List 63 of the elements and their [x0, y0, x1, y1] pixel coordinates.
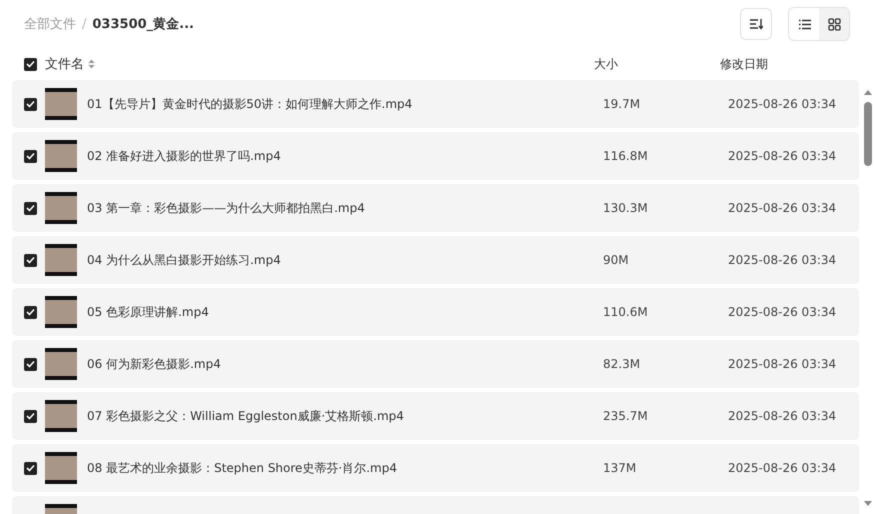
scrollbar-thumb[interactable] [864, 102, 872, 166]
photo-placeholder [45, 452, 77, 484]
photo-placeholder [45, 296, 77, 328]
modified-date: 2025-08-26 03:34 [728, 253, 836, 267]
checkbox[interactable] [24, 358, 37, 370]
breadcrumb-separator: / [82, 16, 86, 32]
checkbox[interactable] [24, 410, 37, 422]
file-size: 82.3M [603, 357, 640, 371]
file-name: 06 何为新彩色摄影.mp4 [87, 356, 221, 372]
scroll-down-icon[interactable] [863, 500, 873, 508]
file-name: 04 为什么从黑白摄影开始练习.mp4 [87, 252, 281, 268]
file-size: 235.7M [603, 409, 648, 423]
file-row[interactable]: 01【先导片】黄金时代的摄影50讲：如何理解大师之作.mp4 19.7M 2025-08-26 03:34 [12, 80, 859, 128]
file-size: 19.7M [603, 97, 640, 111]
scroll-up-icon[interactable] [863, 88, 873, 96]
column-header: 大小 [594, 56, 618, 70]
file-row[interactable]: 04 为什么从黑白摄影开始练习.mp4 90M 2025-08-26 03:34 [12, 236, 859, 284]
column-header[interactable]: 文件名 [45, 55, 84, 73]
file-name: 01【先导片】黄金时代的摄影50讲：如何理解大师之作.mp4 [87, 96, 412, 112]
file-row[interactable]: 08 最艺术的业余摄影：Stephen Shore史蒂芬·肖尔.mp4 137M 2025-08-26 03:34 [12, 444, 859, 492]
file-size: 130.3M [603, 201, 648, 215]
checkbox[interactable] [24, 58, 37, 70]
modified-date: 2025-08-26 03:34 [728, 305, 836, 319]
modified-date: 2025-08-26 03:34 [728, 357, 836, 371]
file-row[interactable]: 03 第一章：彩色摄影——为什么大师都拍黑白.mp4 130.3M 2025-08-26 03:34 [12, 184, 859, 232]
file-row[interactable]: 05 色彩原理讲解.mp4 110.6M 2025-08-26 03:34 [12, 288, 859, 336]
grid-icon [828, 18, 840, 30]
file-size: 116.8M [603, 149, 648, 163]
file-row[interactable]: 06 何为新彩色摄影.mp4 82.3M 2025-08-26 03:34 [12, 340, 859, 388]
file-size: 90M [603, 253, 629, 267]
checkbox[interactable] [24, 462, 37, 474]
checkbox[interactable] [24, 202, 37, 214]
modified-date: 2025-08-26 03:34 [728, 201, 836, 215]
list-icon [798, 18, 810, 30]
photo-placeholder [45, 192, 77, 224]
sort-icon [749, 18, 763, 30]
file-name: 08 最艺术的业余摄影：Stephen Shore史蒂芬·肖尔.mp4 [87, 460, 398, 476]
photo-placeholder [45, 348, 77, 380]
checkbox[interactable] [24, 98, 37, 110]
file-row[interactable]: 02 准备好进入摄影的世界了吗.mp4 116.8M 2025-08-26 03:34 [12, 132, 859, 180]
checkbox[interactable] [24, 254, 37, 266]
file-name: 03 第一章：彩色摄影——为什么大师都拍黑白.mp4 [87, 200, 365, 216]
modified-date: 2025-08-26 03:34 [728, 461, 836, 475]
photo-placeholder [45, 88, 77, 120]
file-size: 137M [603, 461, 636, 475]
modified-date: 2025-08-26 03:34 [728, 409, 836, 423]
modified-date: 2025-08-26 03:34 [728, 97, 836, 111]
file-name: 07 彩色摄影之父：William Eggleston威廉·艾格斯顿.mp4 [87, 408, 404, 424]
file-name: 02 准备好进入摄影的世界了吗.mp4 [87, 148, 281, 164]
photo-placeholder [45, 140, 77, 172]
breadcrumb-item[interactable]: 033500_黄金... [92, 15, 194, 33]
sort-arrows-icon[interactable] [88, 59, 95, 69]
photo-placeholder [45, 400, 77, 432]
sort-button[interactable] [740, 8, 772, 40]
checkbox[interactable] [24, 306, 37, 318]
photo-placeholder [45, 244, 77, 276]
file-name: 05 色彩原理讲解.mp4 [87, 304, 209, 320]
file-size: 110.6M [603, 305, 648, 319]
modified-date: 2025-08-26 03:34 [728, 149, 836, 163]
file-row[interactable]: 07 彩色摄影之父：William Eggleston威廉·艾格斯顿.mp4 235.7M 2025-08-26 03:34 [12, 392, 859, 440]
grid-view-button[interactable] [819, 8, 849, 40]
column-header: 修改日期 [720, 56, 768, 70]
checkbox[interactable] [24, 150, 37, 162]
